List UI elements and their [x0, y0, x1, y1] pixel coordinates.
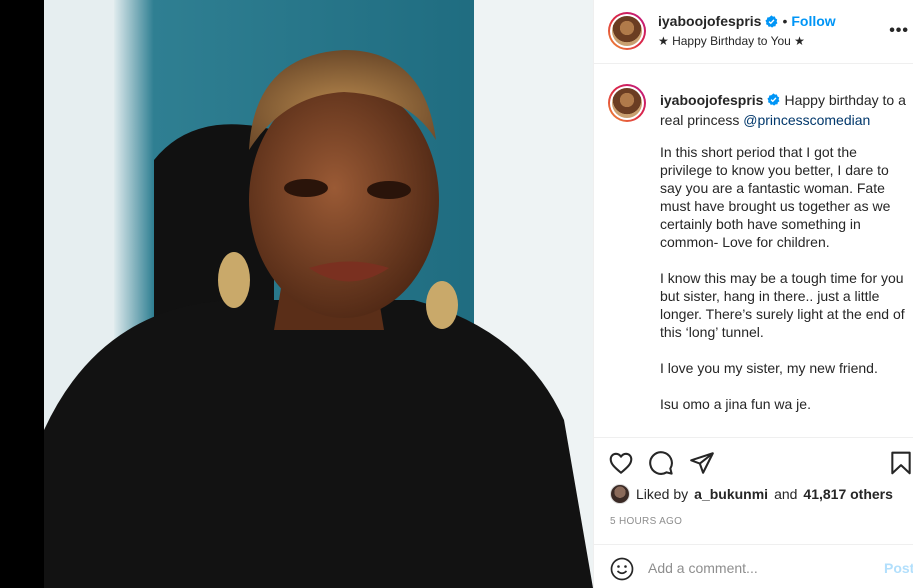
likes-prefix: Liked by: [636, 486, 689, 502]
username-link[interactable]: iyaboojofespris: [658, 13, 761, 29]
post-header: iyaboojofespris • Follow ★ Happy Birthda…: [594, 0, 913, 64]
likes-count-link[interactable]: 41,817 others: [803, 486, 893, 502]
share-icon[interactable]: [689, 450, 715, 476]
caption-heading: iyaboojofespris Happy birthday to a real…: [660, 90, 908, 130]
caption-paragraph: Isu omo a jina fun wa je.: [660, 396, 811, 412]
follow-button[interactable]: Follow: [791, 13, 835, 29]
woman-portrait-image: [44, 0, 593, 588]
verified-badge-icon: [767, 93, 780, 106]
more-options-icon[interactable]: •••: [889, 22, 909, 40]
separator-dot: •: [782, 13, 788, 29]
avatar[interactable]: [608, 12, 646, 50]
comment-icon[interactable]: [648, 450, 674, 476]
action-bar: [594, 440, 913, 484]
comment-input[interactable]: [648, 557, 868, 579]
heart-icon[interactable]: [608, 450, 634, 476]
location-link[interactable]: ★ Happy Birthday to You ★: [658, 34, 805, 48]
caption-paragraph: I love you my sister, my new friend.: [660, 360, 878, 376]
caption-paragraph: In this short period that I got the priv…: [660, 144, 891, 250]
bookmark-icon[interactable]: [888, 450, 913, 476]
caption-body: In this short period that I got the priv…: [660, 143, 908, 431]
likes-and: and: [774, 486, 798, 502]
post-sidebar: iyaboojofespris • Follow ★ Happy Birthda…: [593, 0, 913, 588]
comment-bar: Post: [594, 544, 913, 588]
mention-link[interactable]: @princesscomedian: [743, 112, 870, 128]
verified-badge-icon: [765, 14, 778, 28]
smiley-icon[interactable]: [610, 557, 634, 581]
caption-paragraph: I know this may be a tough time for you …: [660, 270, 905, 340]
post-photo[interactable]: [44, 0, 593, 588]
caption-avatar[interactable]: [608, 84, 646, 122]
liker-username-link[interactable]: a_bukunmi: [694, 486, 768, 502]
liker-avatar[interactable]: [610, 484, 630, 504]
post-modal: iyaboojofespris • Follow ★ Happy Birthda…: [0, 0, 913, 588]
caption-username-link[interactable]: iyaboojofespris: [660, 92, 763, 108]
caption-section: iyaboojofespris Happy birthday to a real…: [594, 64, 913, 438]
post-timestamp[interactable]: 5 HOURS AGO: [610, 516, 682, 527]
likes-summary: Liked by a_bukunmi and 41,817 others: [610, 484, 893, 504]
post-comment-button[interactable]: Post: [884, 560, 913, 576]
